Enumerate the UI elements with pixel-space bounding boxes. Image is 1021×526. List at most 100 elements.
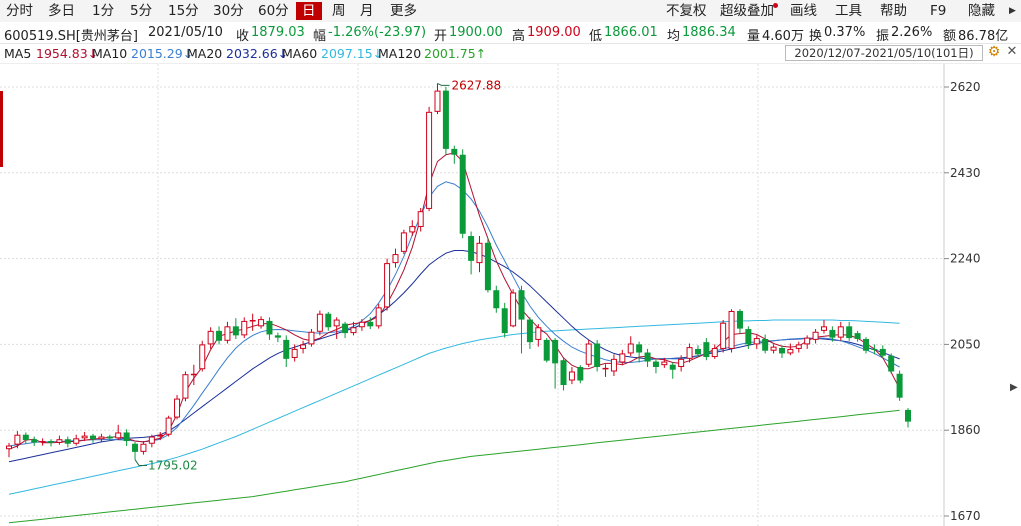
candle-body	[711, 348, 718, 358]
tab-30min[interactable]: 30分	[213, 3, 244, 20]
candle	[770, 344, 777, 354]
period-toolbar: 分时 多日 1分 5分 15分 30分 60分 日 周 月 更多 不复权 超级叠…	[0, 0, 1021, 23]
candle	[627, 336, 634, 357]
price-tick-label: 2620	[950, 80, 981, 94]
candlestick-chart[interactable]: 1670 1860 2050 2240 2430 2620 2627.88 1795.02	[0, 64, 1021, 526]
candle-body	[862, 338, 869, 351]
amount-value: 86.78亿	[958, 29, 1009, 44]
candle-body	[123, 432, 130, 442]
candle-body	[594, 343, 601, 367]
ma10-label: MA10	[92, 46, 128, 61]
candle	[174, 394, 181, 420]
ma5-line	[8, 152, 901, 450]
tab-monthly[interactable]: 月	[360, 3, 374, 20]
candle-body	[644, 352, 651, 362]
candle	[98, 433, 105, 442]
gear-icon[interactable]: ⚙	[986, 44, 1002, 60]
candle-body	[140, 443, 147, 452]
candle-body	[367, 321, 374, 327]
candle	[442, 87, 449, 155]
ma20-line	[8, 250, 900, 463]
candle-body	[526, 319, 533, 343]
candle-body	[22, 434, 29, 441]
candle-body	[610, 358, 617, 372]
candle	[568, 366, 575, 385]
candle-body	[375, 307, 382, 327]
candle-body	[619, 353, 626, 363]
candle-body	[451, 148, 458, 155]
candle	[249, 313, 256, 331]
ma60-value: 2097.15↓	[321, 46, 384, 61]
candle-body	[585, 343, 592, 365]
tab-15min[interactable]: 15分	[168, 3, 199, 20]
candle-body	[854, 333, 861, 339]
tools-button[interactable]: 工具	[835, 3, 862, 20]
candle-body	[501, 308, 508, 334]
candle	[837, 321, 844, 341]
max-pointer	[437, 82, 450, 86]
candle	[90, 433, 97, 443]
candle	[476, 236, 483, 273]
min-price-label: 1795.02	[148, 459, 198, 473]
tab-weekly[interactable]: 周	[332, 3, 346, 20]
scroll-right-icon[interactable]: ▶	[1010, 382, 1018, 393]
tab-daily[interactable]: 日	[296, 2, 322, 20]
candle-body	[39, 441, 46, 443]
draw-line-button[interactable]: 画线	[790, 3, 817, 20]
notification-dot	[773, 3, 778, 8]
candle-body	[216, 330, 223, 341]
high-value: 1909.00	[527, 25, 581, 40]
candle-body	[106, 436, 113, 439]
candle-body	[804, 337, 811, 345]
triangle-right-icon[interactable]: ▶	[1009, 6, 1016, 16]
candle-body	[224, 326, 231, 341]
candle	[31, 436, 38, 447]
candle-body	[199, 344, 206, 370]
candle-body	[720, 322, 727, 349]
tab-5min[interactable]: 5分	[130, 3, 152, 20]
candle	[736, 309, 743, 334]
hide-button[interactable]: 隐藏	[968, 3, 995, 20]
candle-body	[358, 321, 365, 328]
tab-more[interactable]: 更多	[390, 3, 417, 20]
candle	[518, 285, 525, 354]
candle	[846, 321, 853, 341]
candle	[888, 353, 895, 374]
candle	[132, 441, 139, 460]
date-range-selector[interactable]: 2020/12/07-2021/05/10(101日)	[785, 45, 983, 61]
ma20-label: MA20	[187, 46, 223, 61]
close-label: 收	[236, 29, 250, 44]
candle	[73, 434, 80, 446]
super-overlay-button[interactable]: 超级叠加	[720, 3, 774, 20]
tab-multi-day[interactable]: 多日	[48, 3, 75, 20]
candle	[636, 341, 643, 363]
help-button[interactable]: 帮助	[880, 3, 907, 20]
candle	[703, 338, 710, 361]
candle-body	[241, 320, 248, 336]
candle-body	[417, 211, 424, 227]
candle-body	[829, 329, 836, 338]
candle-body	[652, 361, 659, 367]
candle-body	[745, 329, 752, 345]
close-icon[interactable]: ✕	[1005, 44, 1019, 60]
candle-body	[905, 409, 911, 422]
candle	[39, 438, 46, 446]
candle	[493, 285, 500, 313]
candle-body	[778, 348, 785, 354]
volume-label: 量	[747, 29, 761, 44]
amount-label: 额	[943, 29, 957, 44]
candle-body	[888, 355, 895, 372]
tab-1min[interactable]: 1分	[92, 3, 114, 20]
candle-body	[182, 374, 189, 399]
no-adjust-button[interactable]: 不复权	[666, 3, 707, 20]
tab-60min[interactable]: 60分	[258, 3, 289, 20]
candle-body	[846, 326, 853, 339]
tab-intraday[interactable]: 分时	[6, 3, 33, 20]
candle	[417, 208, 424, 232]
candle	[316, 310, 323, 336]
candle	[510, 289, 517, 328]
candle-body	[795, 344, 802, 349]
price-tick-label: 2240	[950, 252, 981, 266]
open-value: 1900.00	[449, 25, 503, 40]
f9-button[interactable]: F9	[930, 3, 946, 20]
